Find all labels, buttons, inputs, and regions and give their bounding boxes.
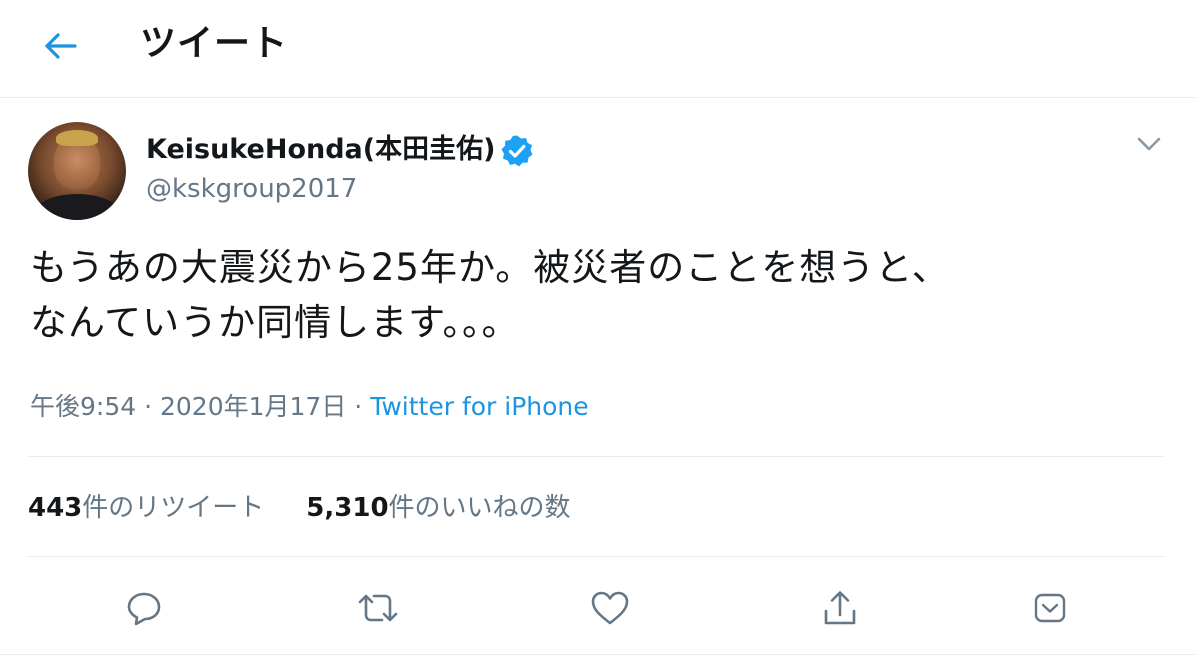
tweet-text-line: もうあの大震災から25年か。被災者のことを想うと、 [30,246,950,289]
page-title: ツイート [140,23,289,64]
tweet-source-link[interactable]: Twitter for iPhone [370,392,588,421]
verified-badge-icon [501,135,533,167]
meta-separator: · [144,392,153,421]
author-handle[interactable]: @kskgroup2017 [146,172,357,206]
likes-label: 件のいいねの数 [388,493,571,523]
retweets-count: 443 [28,493,83,523]
share-icon [824,591,856,625]
meta-separator: · [354,392,363,421]
divider [0,654,1196,655]
like-icon [591,591,629,625]
bookmark-icon [1034,593,1066,623]
bookmark-button[interactable] [1026,584,1074,632]
tweet-text: もうあの大震災から25年か。被災者のことを想うと、 なんていうか同情します。。。 [30,240,1150,350]
retweet-icon [358,594,398,622]
tweet-time[interactable]: 午後9:54 [30,392,136,421]
tweet-meta: 午後9:54 · 2020年1月17日 · Twitter for iPhone [30,388,589,426]
reply-icon [127,592,161,626]
tweet-stats: 443件のリツイート 5,310件のいいねの数 [28,488,571,528]
author-display-name[interactable]: KeisukeHonda(本田圭佑) [146,132,495,168]
retweets-stat[interactable]: 443件のリツイート [28,488,264,528]
avatar[interactable] [28,122,126,220]
like-button[interactable] [586,584,634,632]
chevron-down-icon[interactable] [1134,130,1164,158]
share-button[interactable] [816,584,864,632]
likes-count: 5,310 [306,493,389,523]
tweet-date[interactable]: 2020年1月17日 [160,392,346,421]
retweets-label: 件のリツイート [82,493,265,523]
back-button[interactable] [38,26,82,66]
likes-stat[interactable]: 5,310件のいいねの数 [306,488,570,528]
divider [28,556,1164,557]
top-bar: ツイート [0,0,1196,98]
retweet-button[interactable] [354,584,402,632]
arrow-left-icon [45,33,77,59]
reply-button[interactable] [120,584,168,632]
tweet-text-line: なんていうか同情します。。。 [30,301,520,344]
action-bar [0,578,1196,638]
divider [28,456,1164,457]
